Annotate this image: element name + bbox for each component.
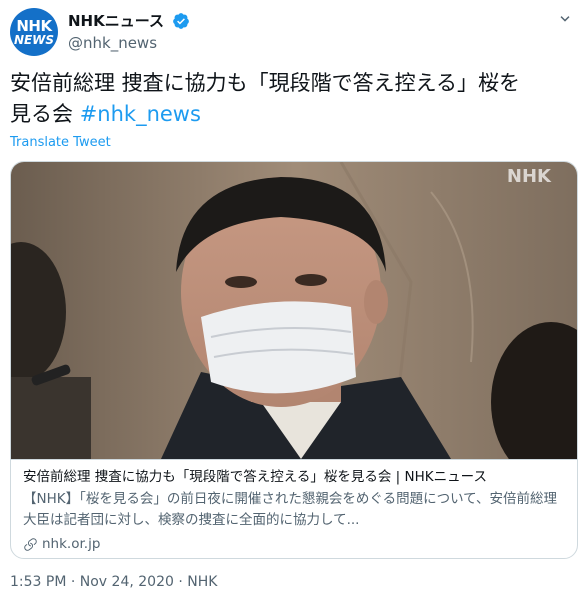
translate-tweet-link[interactable]: Translate Tweet: [10, 135, 111, 150]
photo-watermark: NHK: [507, 166, 552, 187]
tweet-header: NHK NEWS NHKニュース @nhk_news: [10, 8, 578, 58]
author-names: NHKニュース @nhk_news: [68, 10, 190, 53]
tweet-timestamp[interactable]: 1:53 PM · Nov 24, 2020 · NHK: [10, 574, 217, 590]
news-photo-image: NHK: [11, 162, 577, 459]
link-card[interactable]: NHK 安倍前総理 捜査に協力も「現段階で答え控える」桜を見る会 | NHKニュ…: [10, 161, 578, 559]
verified-badge-icon: [173, 12, 189, 29]
more-options-chevron-icon[interactable]: [556, 10, 574, 28]
tweet: NHK NEWS NHKニュース @nhk_news 安倍前総理 捜査に協力も「…: [0, 0, 588, 596]
author-display-name[interactable]: NHKニュース: [68, 11, 164, 31]
link-icon: [24, 538, 37, 551]
card-image[interactable]: NHK: [11, 162, 577, 459]
card-description: 【NHK】「桜を見る会」の前日夜に開催された懇親会をめぐる問題について、安倍前総…: [23, 491, 558, 528]
card-domain: nhk.or.jp: [23, 535, 565, 554]
card-body[interactable]: 安倍前総理 捜査に協力も「現段階で答え控える」桜を見る会 | NHKニュース 【…: [11, 459, 577, 558]
card-domain-text: nhk.or.jp: [42, 536, 101, 552]
avatar[interactable]: NHK NEWS: [10, 8, 58, 56]
hashtag-link[interactable]: #nhk_news: [80, 102, 201, 126]
avatar-logo-bottom: NEWS: [13, 33, 55, 47]
tweet-text: 安倍前総理 捜査に協力も「現段階で答え控える」桜を 見る会 #nhk_news: [10, 68, 578, 130]
tweet-text-line1: 安倍前総理 捜査に協力も「現段階で答え控える」桜を: [10, 71, 521, 95]
card-title: 安倍前総理 捜査に協力も「現段階で答え控える」桜を見る会 | NHKニュース: [23, 469, 487, 485]
tweet-text-line2: 見る会: [10, 102, 80, 126]
author-handle[interactable]: @nhk_news: [68, 33, 190, 53]
